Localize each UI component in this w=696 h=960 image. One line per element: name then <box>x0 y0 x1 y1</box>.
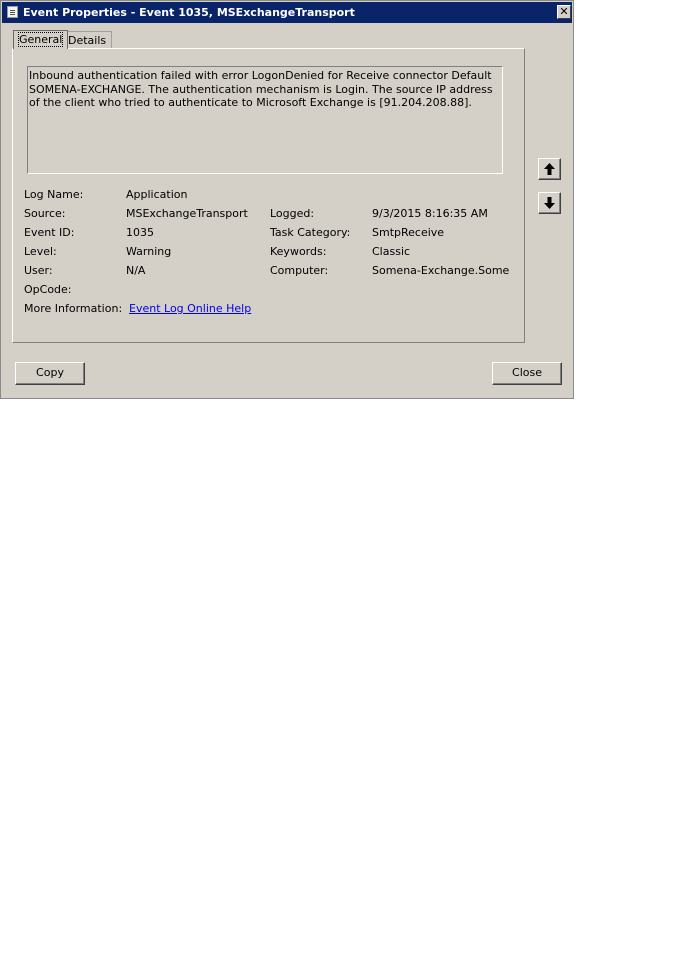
arrow-up-icon <box>544 163 555 175</box>
window-title: Event Properties - Event 1035, MSExchang… <box>23 6 355 19</box>
tab-details[interactable]: Details <box>62 31 113 49</box>
source-label: Source: <box>24 207 66 220</box>
user-label: User: <box>24 264 53 277</box>
close-button[interactable]: Close <box>492 362 562 385</box>
event-description-box[interactable]: Inbound authentication failed with error… <box>27 66 503 174</box>
task-category-value: SmtpReceive <box>372 226 445 239</box>
copy-button[interactable]: Copy <box>15 362 85 385</box>
logged-value: 9/3/2015 8:16:35 AM <box>372 207 488 220</box>
log-name-value: Application <box>126 188 188 201</box>
user-value: N/A <box>126 264 146 277</box>
computer-label: Computer: <box>270 264 329 277</box>
general-tab-panel: Inbound authentication failed with error… <box>12 48 525 343</box>
event-viewer-icon <box>7 6 18 18</box>
log-name-label: Log Name: <box>24 188 84 201</box>
level-value: Warning <box>126 245 172 258</box>
event-id-label: Event ID: <box>24 226 75 239</box>
keywords-label: Keywords: <box>270 245 327 258</box>
keywords-value: Classic <box>372 245 411 258</box>
arrow-down-icon <box>544 197 555 209</box>
previous-event-button[interactable] <box>538 158 561 180</box>
tab-general[interactable]: General <box>13 30 69 49</box>
tab-details-label: Details <box>68 34 107 47</box>
event-log-online-help-link[interactable]: Event Log Online Help <box>129 302 251 315</box>
event-properties-dialog: Event Properties - Event 1035, MSExchang… <box>0 0 574 399</box>
computer-value: Somena-Exchange.Somena.l <box>372 264 510 277</box>
tab-general-label: General <box>17 32 64 47</box>
title-bar[interactable]: Event Properties - Event 1035, MSExchang… <box>2 2 572 23</box>
task-category-label: Task Category: <box>270 226 351 239</box>
next-event-button[interactable] <box>538 192 561 214</box>
level-label: Level: <box>24 245 57 258</box>
event-id-value: 1035 <box>126 226 154 239</box>
opcode-label: OpCode: <box>24 283 72 296</box>
window-close-button[interactable]: ✕ <box>557 5 571 19</box>
logged-label: Logged: <box>270 207 315 220</box>
source-value: MSExchangeTransport <box>126 207 248 220</box>
more-information-label: More Information: <box>24 302 123 315</box>
